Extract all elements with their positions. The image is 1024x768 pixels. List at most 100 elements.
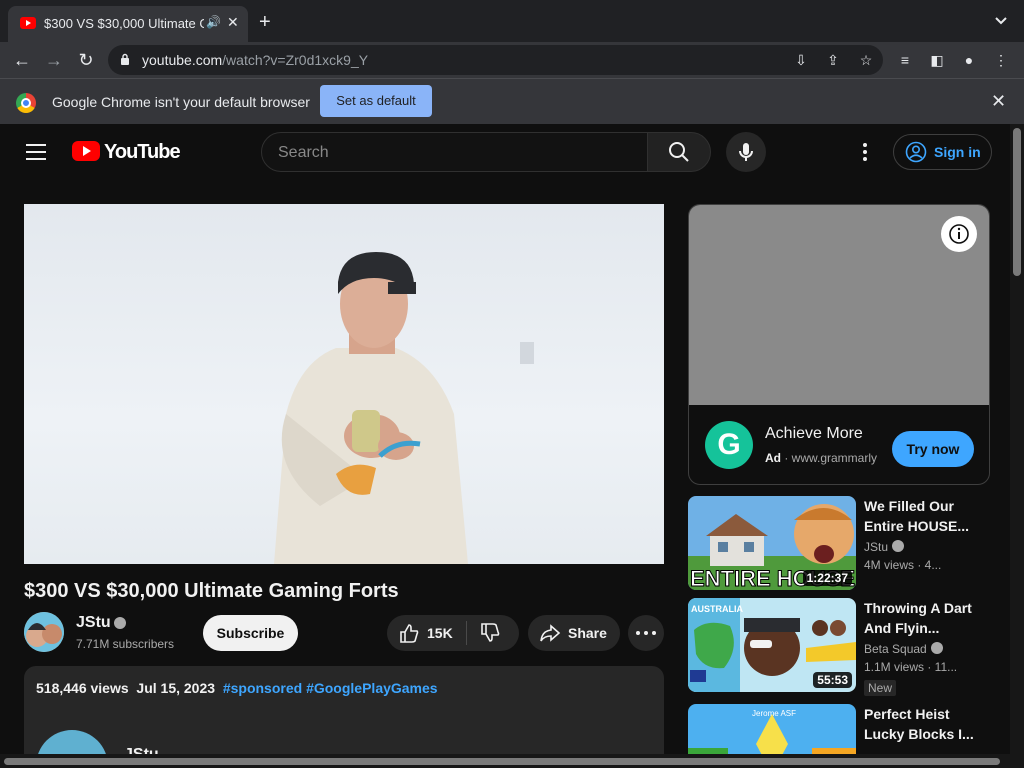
browser-toolbar: ← → ↻ youtube.com/watch?v=Zr0d1xck9_Y ⇩ …: [0, 42, 1024, 78]
hashtag-link[interactable]: #sponsored: [223, 680, 302, 696]
channel-name[interactable]: JStu: [76, 614, 111, 632]
tab-title: $300 VS $30,000 Ultimate Gaming Forts: [44, 16, 204, 31]
thumbs-up-icon[interactable]: [398, 622, 420, 644]
like-count[interactable]: 15K: [427, 625, 453, 641]
video-duration: 1:22:37: [802, 570, 852, 586]
url-host: youtube.com: [142, 52, 223, 68]
sign-in-button[interactable]: Sign in: [893, 134, 992, 170]
verified-check-icon: [114, 617, 126, 629]
url-text: youtube.com/watch?v=Zr0d1xck9_Y: [142, 52, 368, 68]
video-frame: [274, 252, 534, 564]
like-dislike-pill: 15K: [387, 615, 519, 651]
ad-info-button[interactable]: [941, 216, 977, 252]
video-channel-name[interactable]: Beta Squad: [864, 642, 943, 656]
horizontal-scrollbar[interactable]: [0, 754, 1010, 768]
side-panel-icon[interactable]: ◧: [927, 50, 947, 70]
video-meta: 518,446 views Jul 15, 2023 #sponsored #G…: [36, 680, 438, 696]
verified-check-icon: [930, 642, 943, 654]
youtube-page: YouTube Sign in: [0, 124, 1010, 768]
video-title: $300 VS $30,000 Ultimate Gaming Forts: [24, 580, 399, 602]
search-box: [261, 132, 648, 172]
channel-avatar-image: [24, 612, 64, 652]
search-input[interactable]: [278, 142, 628, 164]
back-arrow-icon[interactable]: ←: [8, 42, 36, 78]
settings-more-icon[interactable]: [855, 142, 875, 162]
vertical-scrollbar[interactable]: [1010, 124, 1024, 768]
default-browser-infobar: Google Chrome isn't your default browser…: [0, 78, 1024, 124]
youtube-favicon-icon: [20, 17, 36, 29]
video-title-link[interactable]: Throwing A Dart And Flyin...: [864, 598, 980, 638]
youtube-logo-text[interactable]: YouTube: [104, 141, 181, 164]
thumbnail-caption: AUSTRALIA: [691, 604, 743, 614]
ad-logo-letter: G: [717, 428, 741, 461]
share-arrow-icon: [540, 624, 561, 642]
new-badge: New: [864, 680, 897, 696]
video-meta: 4M views · 4...: [864, 558, 942, 572]
speaker-icon[interactable]: 🔊: [206, 15, 221, 29]
video-thumbnail[interactable]: AUSTRALIA 55:53: [688, 598, 856, 692]
channel-name-text: Beta Squad: [864, 642, 927, 656]
set-as-default-button[interactable]: Set as default: [320, 85, 432, 117]
ad-title[interactable]: Achieve More: [765, 425, 863, 443]
ad-domain: www.grammarly: [791, 451, 878, 465]
subscribe-button[interactable]: Subscribe: [203, 615, 298, 651]
video-channel-name[interactable]: JStu: [864, 540, 905, 554]
ad-card[interactable]: G Achieve More Ad · www.grammarly Try no…: [688, 204, 990, 485]
chrome-menu-icon[interactable]: ⋮: [991, 50, 1011, 70]
recommended-video[interactable]: AUSTRALIA 55:53 Throwing A Dart And Flyi…: [688, 598, 990, 696]
tab-search-chevron-icon[interactable]: [994, 14, 1008, 28]
more-actions-button[interactable]: [628, 615, 664, 651]
video-title-link[interactable]: Perfect Heist Lucky Blocks I...: [864, 704, 980, 744]
video-player[interactable]: [24, 204, 664, 564]
forward-arrow-icon[interactable]: →: [40, 42, 68, 78]
media-controls-icon[interactable]: ≡: [895, 50, 915, 70]
ad-subtitle: Ad · www.grammarly: [765, 451, 878, 465]
try-now-button[interactable]: Try now: [892, 431, 974, 467]
address-bar[interactable]: youtube.com/watch?v=Zr0d1xck9_Y ⇩ ⇪ ☆: [108, 45, 883, 75]
masthead: YouTube Sign in: [0, 124, 1010, 180]
video-duration: 55:53: [813, 672, 852, 688]
ad-label: Ad: [765, 451, 781, 465]
scrollbar-thumb[interactable]: [1013, 128, 1021, 276]
search-button[interactable]: [647, 132, 711, 172]
verified-check-icon: [892, 540, 905, 552]
tab-strip: $300 VS $30,000 Ultimate Gaming Forts 🔊 …: [0, 0, 1024, 42]
reload-icon[interactable]: ↻: [72, 42, 100, 78]
recommended-video[interactable]: ENTIRE HOUSE 1:22:37 We Filled Our Entir…: [688, 496, 990, 590]
lock-icon: [121, 53, 129, 65]
scrollbar-thumb[interactable]: [4, 758, 1000, 765]
channel-name-text: JStu: [864, 540, 889, 554]
video-title-link[interactable]: We Filled Our Entire HOUSE...: [864, 496, 980, 536]
account-icon: [905, 141, 927, 163]
upload-date: Jul 15, 2023: [136, 680, 216, 696]
tab-close-icon[interactable]: ✕: [227, 14, 239, 31]
share-button[interactable]: Share: [528, 615, 620, 651]
bookmark-star-icon[interactable]: ☆: [856, 50, 876, 70]
profile-icon[interactable]: ●: [959, 50, 979, 70]
share-label: Share: [568, 625, 607, 641]
description-box[interactable]: 518,446 views Jul 15, 2023 #sponsored #G…: [24, 666, 664, 768]
voice-search-button[interactable]: [726, 132, 766, 172]
thumbs-down-icon[interactable]: [479, 622, 501, 644]
subscriber-count: 7.71M subscribers: [76, 637, 175, 651]
infobar-close-icon[interactable]: ✕: [991, 91, 1006, 112]
url-path: /watch?v=Zr0d1xck9_Y: [222, 52, 369, 68]
info-icon: [949, 224, 969, 244]
hashtag-link[interactable]: #GooglePlayGames: [306, 680, 438, 696]
like-divider: [466, 621, 467, 645]
channel-avatar[interactable]: [24, 612, 64, 652]
thumbnail-caption: Jerome ASF: [752, 709, 796, 718]
video-thumbnail[interactable]: ENTIRE HOUSE 1:22:37: [688, 496, 856, 590]
grammarly-logo-icon: G: [705, 421, 753, 469]
hamburger-menu-icon[interactable]: [26, 144, 46, 160]
chrome-logo-icon: [16, 93, 36, 113]
view-count: 518,446 views: [36, 680, 129, 696]
install-app-icon[interactable]: ⇩: [791, 50, 811, 70]
microphone-icon: [739, 143, 753, 161]
video-meta: 1.1M views · 11...: [864, 660, 958, 674]
new-tab-icon[interactable]: +: [259, 12, 271, 32]
sign-in-label: Sign in: [934, 144, 981, 160]
share-page-icon[interactable]: ⇪: [823, 50, 843, 70]
youtube-logo-icon[interactable]: [72, 141, 100, 161]
browser-tab[interactable]: $300 VS $30,000 Ultimate Gaming Forts 🔊 …: [8, 6, 248, 42]
